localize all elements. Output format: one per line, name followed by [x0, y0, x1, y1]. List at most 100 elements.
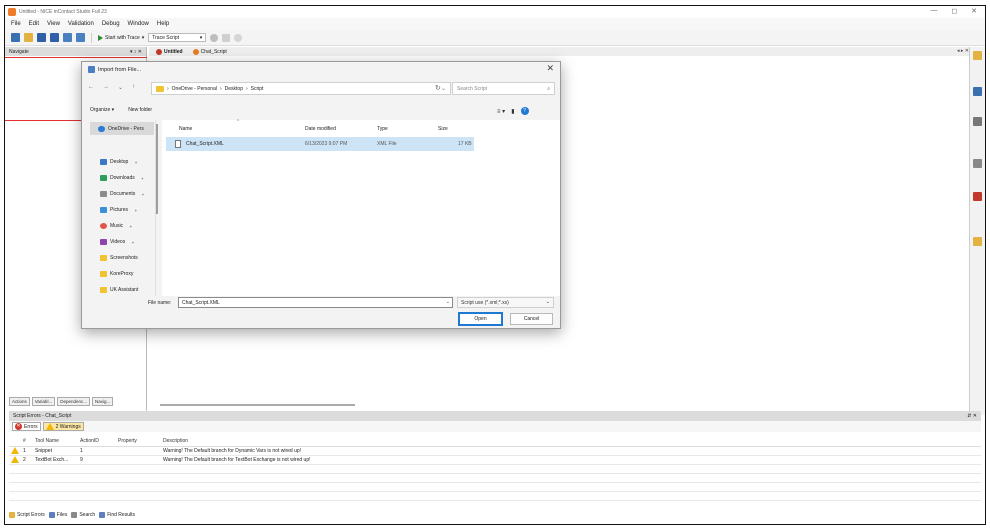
- column-size[interactable]: Size: [438, 126, 448, 132]
- tab-dependencies[interactable]: Dependenc...: [57, 397, 90, 406]
- properties-icon[interactable]: [973, 87, 982, 96]
- pin-icon: ✦: [140, 175, 145, 181]
- column-description[interactable]: Description: [161, 436, 981, 447]
- lock-icon[interactable]: [222, 33, 231, 42]
- tab-untitled[interactable]: Untitled: [153, 48, 186, 55]
- tab-script-errors[interactable]: Script Errors: [9, 512, 45, 518]
- new-folder-button[interactable]: New folder: [128, 107, 152, 113]
- sidebar-item-downloads[interactable]: Downloads ✦: [100, 175, 144, 181]
- tab-files[interactable]: Files: [48, 512, 67, 518]
- breadcrumb-onedrive[interactable]: OneDrive - Personal: [172, 86, 217, 92]
- preview-pane-icon[interactable]: ▮: [511, 108, 514, 115]
- doc-tab-controls[interactable]: ◂ ▸ ✕: [957, 48, 969, 54]
- column-date-modified[interactable]: Date modified: [305, 126, 336, 132]
- menu-validation[interactable]: Validation: [68, 21, 94, 27]
- horizontal-scrollbar[interactable]: [160, 404, 355, 406]
- sidebar-item-documents[interactable]: Documents ✦: [100, 191, 145, 197]
- breadcrumb-desktop[interactable]: Desktop: [225, 86, 243, 92]
- view-menu-icon[interactable]: ≡ ▾: [497, 108, 505, 115]
- column-property[interactable]: Property: [116, 436, 161, 447]
- column-num[interactable]: #: [21, 436, 33, 447]
- address-dropdown-icon[interactable]: ⌄: [441, 85, 446, 92]
- close-icon[interactable]: [973, 192, 982, 201]
- sidebar-item-onedrive[interactable]: OneDrive - Pers: [90, 122, 154, 135]
- save-all-icon[interactable]: [50, 33, 59, 42]
- menu-window[interactable]: Window: [128, 21, 149, 27]
- refresh-icon[interactable]: [234, 33, 243, 42]
- file-row-chat-script[interactable]: Chat_Script.XML 6/13/2023 9:07 PM XML Fi…: [166, 137, 474, 151]
- move-icon[interactable]: [76, 33, 85, 42]
- navigate-controls[interactable]: ▾ ↕ ✕: [130, 49, 142, 55]
- tab-search[interactable]: Search: [71, 512, 95, 518]
- open-icon[interactable]: [24, 33, 33, 42]
- file-type: XML File: [377, 141, 397, 147]
- toolbar: Start with Trace ▾ Trace Script ▾: [5, 30, 985, 46]
- recent-button[interactable]: ⌄: [118, 84, 123, 91]
- address-bar[interactable]: › OneDrive - Personal › Desktop › Script…: [151, 82, 451, 95]
- pin-icon: ✦: [131, 239, 135, 245]
- up-button[interactable]: ↑: [132, 84, 135, 91]
- document-icon: [100, 191, 107, 197]
- menu-help[interactable]: Help: [157, 21, 169, 27]
- column-action-id[interactable]: ActionID: [78, 436, 116, 447]
- new-file-icon[interactable]: [11, 33, 20, 42]
- sidebar-item-videos[interactable]: Videos ✦: [100, 239, 135, 245]
- breadcrumb-script[interactable]: Script: [251, 86, 264, 92]
- sidebar-item-pictures[interactable]: Pictures ✦: [100, 207, 137, 213]
- help-icon[interactable]: ?: [520, 107, 529, 115]
- tab-chat-script[interactable]: Chat_Script: [190, 48, 230, 55]
- grid-icon[interactable]: [973, 159, 982, 168]
- sidebar-item-screenshots[interactable]: Screenshots: [100, 255, 138, 261]
- script-errors-controls[interactable]: ⇵ ✕: [967, 413, 977, 419]
- folder-icon[interactable]: [973, 237, 982, 246]
- file-type-select[interactable]: Script use (*.xml;*.xs) ⌄: [457, 297, 554, 308]
- menu-view[interactable]: View: [47, 21, 60, 27]
- warnings-filter-button[interactable]: 2 Warnings: [42, 422, 84, 431]
- organize-button[interactable]: Organize ▾: [90, 107, 114, 113]
- menu-edit[interactable]: Edit: [29, 21, 39, 27]
- sidebar-item-uk-assistant[interactable]: UK Assistant: [100, 287, 138, 293]
- column-type[interactable]: Type: [377, 126, 388, 132]
- forward-button[interactable]: →: [103, 84, 109, 91]
- column-tool-name[interactable]: Tool Name: [33, 436, 78, 447]
- file-name-input[interactable]: Chat_Script.XML ⌄: [178, 297, 453, 308]
- row-tool: TextBot Exch...: [33, 455, 78, 465]
- minimize-button[interactable]: —: [930, 7, 937, 15]
- menu-debug[interactable]: Debug: [102, 21, 120, 27]
- files-icon: [48, 512, 55, 518]
- row-action: 9: [78, 455, 116, 465]
- open-button[interactable]: Open: [458, 312, 503, 326]
- search-input[interactable]: Search Script ⌕: [452, 82, 555, 95]
- back-button[interactable]: ←: [88, 84, 94, 91]
- chevron-down-icon: ⌄: [545, 299, 550, 305]
- toolbox-icon[interactable]: [973, 51, 982, 60]
- tab-navigate[interactable]: Navig...: [91, 397, 114, 406]
- page-icon[interactable]: [973, 117, 982, 126]
- table-row[interactable]: 2 TextBot Exch... 9 Warning! The Default…: [9, 455, 981, 465]
- tab-actions[interactable]: Actions: [9, 397, 30, 406]
- globe-icon[interactable]: [210, 33, 219, 42]
- menu-file[interactable]: File: [11, 21, 21, 27]
- tab-find-results[interactable]: Find Results: [99, 512, 135, 518]
- start-with-trace-button[interactable]: Start with Trace ▾: [98, 34, 144, 41]
- maximize-button[interactable]: ◻: [951, 7, 957, 15]
- cancel-button[interactable]: Cancel: [510, 313, 553, 325]
- sidebar-item-koreproxy[interactable]: KoreProxy: [100, 271, 133, 277]
- sidebar-scrollbar[interactable]: [156, 124, 158, 214]
- dialog-close-button[interactable]: ✕: [546, 63, 554, 74]
- errors-filter-button[interactable]: ✕ Errors: [12, 422, 41, 431]
- sidebar-item-desktop[interactable]: Desktop ✦: [100, 159, 138, 165]
- column-name[interactable]: Name: [179, 126, 192, 132]
- search-icon: ⌕: [547, 85, 550, 92]
- close-window-button[interactable]: ✕: [971, 7, 977, 15]
- refresh-icon[interactable]: ↻: [435, 84, 441, 92]
- chevron-down-icon[interactable]: ⌄: [446, 299, 450, 305]
- sidebar-item-label: Screenshots: [110, 255, 138, 261]
- warning-icon: [11, 447, 19, 454]
- tab-variables[interactable]: Variabl...: [31, 397, 56, 406]
- add-icon[interactable]: [63, 33, 72, 42]
- trace-script-select[interactable]: Trace Script ▾: [148, 33, 207, 42]
- sidebar-item-music[interactable]: Music ✦: [100, 223, 132, 229]
- table-row[interactable]: 1 Snippet 1 Warning! The Default branch …: [9, 446, 981, 456]
- save-icon[interactable]: [37, 33, 46, 42]
